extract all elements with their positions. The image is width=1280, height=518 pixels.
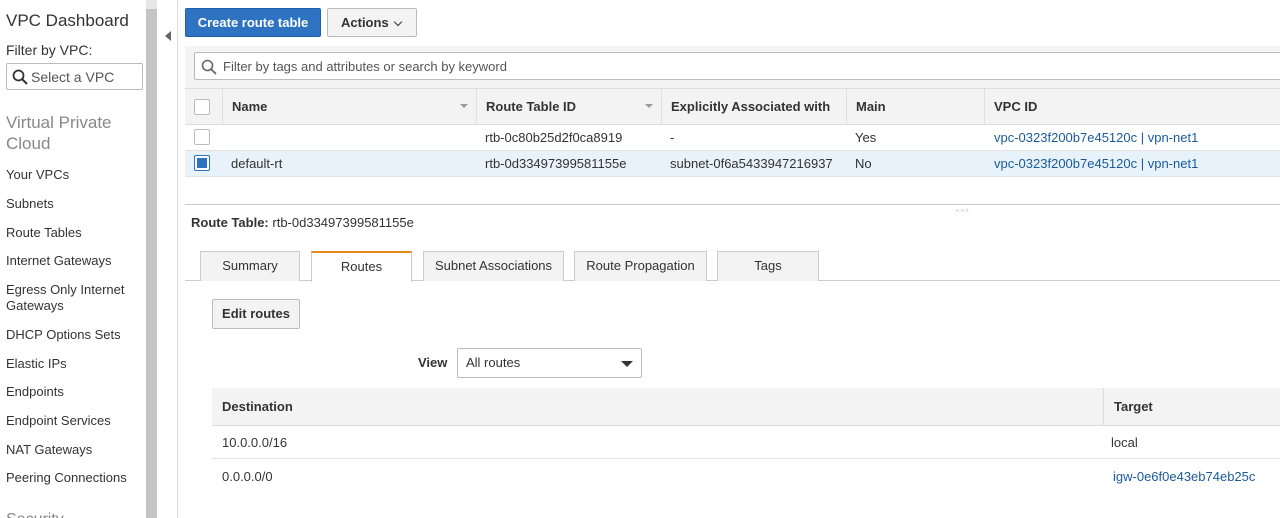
sidebar: VPC Dashboard Filter by VPC: Select a VP… (0, 0, 146, 518)
row-checkbox[interactable] (194, 129, 210, 145)
column-header-name[interactable]: Name (222, 89, 476, 126)
view-select-value: All routes (466, 355, 521, 370)
actions-label: Actions (341, 15, 389, 30)
sidebar-item-endpoint-services[interactable]: Endpoint Services (6, 413, 142, 429)
table-row: 0.0.0.0/0 igw-0e6f0e43eb74eb25c (212, 460, 1280, 493)
splitter-grip-icon[interactable]: ▫▫▫ (956, 206, 971, 215)
row-checkbox-checked[interactable] (194, 155, 210, 171)
column-header-route-table-id[interactable]: Route Table ID (476, 89, 661, 126)
cell-route-table-id: rtb-0d33497399581155e (485, 156, 627, 171)
table-row[interactable]: rtb-0c80b25d2f0ca8919 - Yes vpc-0323f200… (185, 125, 1280, 151)
sidebar-item-elastic-ips[interactable]: Elastic IPs (6, 356, 142, 372)
sidebar-item-subnets[interactable]: Subnets (6, 196, 142, 212)
sidebar-section-security: Security (6, 508, 142, 518)
search-icon (201, 59, 217, 75)
edit-routes-button[interactable]: Edit routes (212, 299, 300, 329)
column-header-label: Explicitly Associated with (671, 99, 831, 114)
column-header-vpc-id[interactable]: VPC ID (984, 89, 1280, 126)
column-header-target: Target (1103, 388, 1153, 426)
sidebar-item-peering-connections[interactable]: Peering Connections (6, 470, 142, 486)
cell-vpc-id-link[interactable]: vpc-0323f200b7e45120c | vpn-net1 (985, 125, 1198, 150)
pane-splitter[interactable] (185, 204, 1280, 205)
collapse-arrow-icon (165, 31, 171, 41)
column-header-explicitly-associated[interactable]: Explicitly Associated with (661, 89, 846, 126)
create-route-table-button[interactable]: Create route table (185, 8, 321, 37)
vpc-filter-select[interactable]: Select a VPC (6, 63, 143, 90)
column-header-label: Route Table ID (486, 99, 577, 114)
sidebar-item-nat-gateways[interactable]: NAT Gateways (6, 442, 142, 458)
cell-name: default-rt (231, 156, 283, 171)
search-bar-container: Filter by tags and attributes or search … (185, 46, 1280, 88)
tab-subnet-associations[interactable]: Subnet Associations (423, 251, 564, 281)
cell-destination: 0.0.0.0/0 (222, 469, 273, 484)
sidebar-item-internet-gateways[interactable]: Internet Gateways (6, 253, 142, 269)
cell-route-table-id: rtb-0c80b25d2f0ca8919 (485, 130, 623, 145)
cell-explicit-association: subnet-0f6a5433947216937 (670, 156, 833, 171)
cell-destination: 10.0.0.0/16 (222, 435, 288, 450)
sort-icon (460, 104, 468, 108)
column-header-label: Main (856, 99, 886, 114)
cell-vpc-id-link[interactable]: vpc-0323f200b7e45120c | vpn-net1 (985, 151, 1198, 176)
search-placeholder: Filter by tags and attributes or search … (223, 59, 507, 74)
sidebar-item-dhcp-options[interactable]: DHCP Options Sets (6, 327, 142, 343)
view-label: View (418, 355, 448, 370)
sidebar-item-egress-only-gateways[interactable]: Egress Only Internet Gateways (6, 282, 142, 314)
filter-by-vpc-label: Filter by VPC: (6, 42, 93, 58)
table-row: 10.0.0.0/16 local (212, 426, 1280, 459)
tab-tags[interactable]: Tags (717, 251, 819, 281)
sidebar-scrollbar-thumb[interactable] (146, 9, 157, 518)
view-routes-select[interactable]: All routes (457, 348, 642, 378)
search-icon (12, 69, 28, 85)
route-table-label: Route Table: (191, 215, 269, 230)
table-row-selected[interactable]: default-rt rtb-0d33497399581155e subnet-… (185, 151, 1280, 177)
cell-target-link[interactable]: igw-0e6f0e43eb74eb25c (1103, 460, 1255, 493)
routes-table-header: Destination Target (212, 388, 1280, 426)
select-all-checkbox[interactable] (194, 99, 210, 115)
route-table-value: rtb-0d33497399581155e (272, 215, 414, 230)
cell-main: Yes (855, 130, 877, 145)
route-table-detail-label: Route Table: rtb-0d33497399581155e (191, 215, 414, 230)
dropdown-triangle-icon (621, 361, 633, 367)
tab-route-propagation[interactable]: Route Propagation (574, 251, 707, 281)
column-header-label: VPC ID (994, 99, 1038, 114)
vpc-filter-placeholder: Select a VPC (31, 69, 115, 85)
sidebar-item-endpoints[interactable]: Endpoints (6, 384, 142, 400)
tab-routes[interactable]: Routes (311, 251, 412, 282)
cell-main: No (855, 156, 872, 171)
sidebar-item-your-vpcs[interactable]: Your VPCs (6, 167, 142, 183)
column-header-label: Name (232, 99, 268, 114)
actions-button[interactable]: Actions (327, 8, 417, 37)
grid-header: Name Route Table ID Explicitly Associate… (185, 88, 1280, 126)
sidebar-section-vpc: Virtual Private Cloud (6, 113, 112, 153)
sort-icon (645, 104, 653, 108)
column-header-main[interactable]: Main (846, 89, 984, 126)
cell-name (222, 125, 231, 150)
cell-target: local (1111, 435, 1138, 450)
sidebar-collapse-toggle[interactable] (157, 0, 178, 518)
column-header-destination: Destination (222, 399, 293, 414)
chevron-down-icon (393, 17, 403, 27)
sidebar-title[interactable]: VPC Dashboard (6, 11, 129, 31)
cell-explicit-association: - (670, 130, 675, 145)
sidebar-item-route-tables[interactable]: Route Tables (6, 225, 142, 241)
tab-summary[interactable]: Summary (200, 251, 300, 281)
search-input[interactable]: Filter by tags and attributes or search … (194, 52, 1280, 80)
main-content: Create route table Actions Filter by tag… (178, 0, 1280, 518)
